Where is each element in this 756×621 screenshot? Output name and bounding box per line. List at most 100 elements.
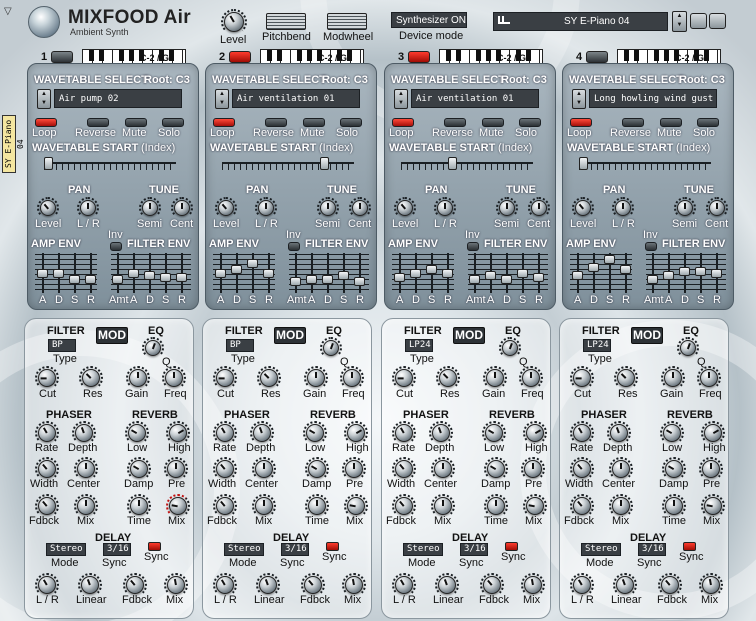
depth-knob[interactable] [607,421,631,445]
gain-knob[interactable] [661,366,685,390]
filter-r-slider[interactable] [533,273,544,282]
time-knob[interactable] [305,494,329,518]
wavetable-arrows[interactable]: ▲ ▼ [215,89,229,109]
filter-s-slider[interactable] [695,267,706,276]
cut-knob[interactable] [392,366,416,390]
semi-knob[interactable] [139,197,161,219]
loop-toggle[interactable] [35,118,57,127]
freq-knob[interactable] [340,366,364,390]
filter-amt-slider[interactable] [469,275,480,284]
inv-toggle[interactable] [288,242,300,251]
pre-knob[interactable] [699,457,723,481]
reverse-toggle[interactable] [87,118,109,127]
delay-sync-display[interactable]: 3/16 [281,543,309,556]
freq-knob[interactable] [697,366,721,390]
res-knob[interactable] [257,366,281,390]
linear-knob[interactable] [78,573,102,597]
mute-toggle[interactable] [303,118,325,127]
delay-mode-display[interactable]: Stereo [403,543,443,556]
filter-a-slider[interactable] [663,271,674,280]
level-knob[interactable] [572,197,594,219]
width-knob[interactable] [213,457,237,481]
amp-r-slider[interactable] [620,265,631,274]
rate-knob[interactable] [35,421,59,445]
damp-knob[interactable] [662,457,686,481]
mod-button[interactable]: MOD [631,327,663,344]
eq-q-knob[interactable] [142,337,164,359]
gain-knob[interactable] [483,366,507,390]
delay-fdbck-knob[interactable] [658,573,682,597]
delay-mode-display[interactable]: Stereo [581,543,621,556]
filter-d-slider[interactable] [501,275,512,284]
amp-s-slider[interactable] [604,255,615,264]
gain-knob[interactable] [126,366,150,390]
width-knob[interactable] [35,457,59,481]
mix2-knob[interactable] [701,494,725,518]
loop-toggle[interactable] [392,118,414,127]
channel-enable-button[interactable] [408,51,430,63]
time-knob[interactable] [127,494,151,518]
reverse-toggle[interactable] [265,118,287,127]
center-knob[interactable] [609,457,633,481]
semi-knob[interactable] [317,197,339,219]
depth-knob[interactable] [429,421,453,445]
mute-toggle[interactable] [660,118,682,127]
amp-d-slider[interactable] [231,265,242,274]
solo-toggle[interactable] [162,118,184,127]
filter-d-slider[interactable] [144,271,155,280]
amp-s-slider[interactable] [426,265,437,274]
mute-toggle[interactable] [482,118,504,127]
save-icon[interactable] [709,13,726,29]
mix2-knob[interactable] [523,494,547,518]
filter-d-slider[interactable] [679,267,690,276]
lr-knob[interactable] [434,197,456,219]
delay-lr-knob[interactable] [570,573,594,597]
high-knob[interactable] [166,421,190,445]
filter-s-slider[interactable] [160,273,171,282]
wavetable-start-thumb[interactable] [579,157,588,170]
high-knob[interactable] [344,421,368,445]
mix-knob[interactable] [609,494,633,518]
res-knob[interactable] [614,366,638,390]
eq-q-knob[interactable] [677,337,699,359]
amp-d-slider[interactable] [588,263,599,272]
folder-icon[interactable] [690,13,707,29]
amp-a-slider[interactable] [394,273,405,282]
reverse-toggle[interactable] [622,118,644,127]
fdbck-knob[interactable] [35,494,59,518]
fdbck-knob[interactable] [213,494,237,518]
delay-sync-toggle[interactable] [148,542,161,551]
high-knob[interactable] [523,421,547,445]
eq-q-knob[interactable] [320,337,342,359]
rate-knob[interactable] [392,421,416,445]
delay-fdbck-knob[interactable] [480,573,504,597]
channel-enable-button[interactable] [586,51,608,63]
preset-display[interactable]: SY E-Piano 04 [493,12,668,31]
res-knob[interactable] [436,366,460,390]
low-knob[interactable] [303,421,327,445]
low-knob[interactable] [125,421,149,445]
channel-enable-button[interactable] [51,51,73,63]
wavetable-arrows[interactable]: ▲ ▼ [37,89,51,109]
loop-toggle[interactable] [213,118,235,127]
filter-s-slider[interactable] [338,271,349,280]
width-knob[interactable] [570,457,594,481]
center-knob[interactable] [74,457,98,481]
level-knob[interactable] [215,197,237,219]
mute-toggle[interactable] [125,118,147,127]
eq-q-knob[interactable] [499,337,521,359]
cut-knob[interactable] [213,366,237,390]
delay-lr-knob[interactable] [213,573,237,597]
cent-knob[interactable] [706,197,728,219]
delay-mix-knob[interactable] [342,573,366,597]
pre-knob[interactable] [521,457,545,481]
damp-knob[interactable] [484,457,508,481]
amp-r-slider[interactable] [442,269,453,278]
wavetable-start-thumb[interactable] [320,157,329,170]
filter-amt-slider[interactable] [112,275,123,284]
wavetable-display[interactable]: Air ventilation 01 [232,89,360,108]
filter-type-display[interactable]: BP [226,339,254,352]
device-mode-display[interactable]: Synthesizer ON [391,12,467,28]
semi-knob[interactable] [496,197,518,219]
pitchbend-wheel[interactable] [266,13,306,30]
